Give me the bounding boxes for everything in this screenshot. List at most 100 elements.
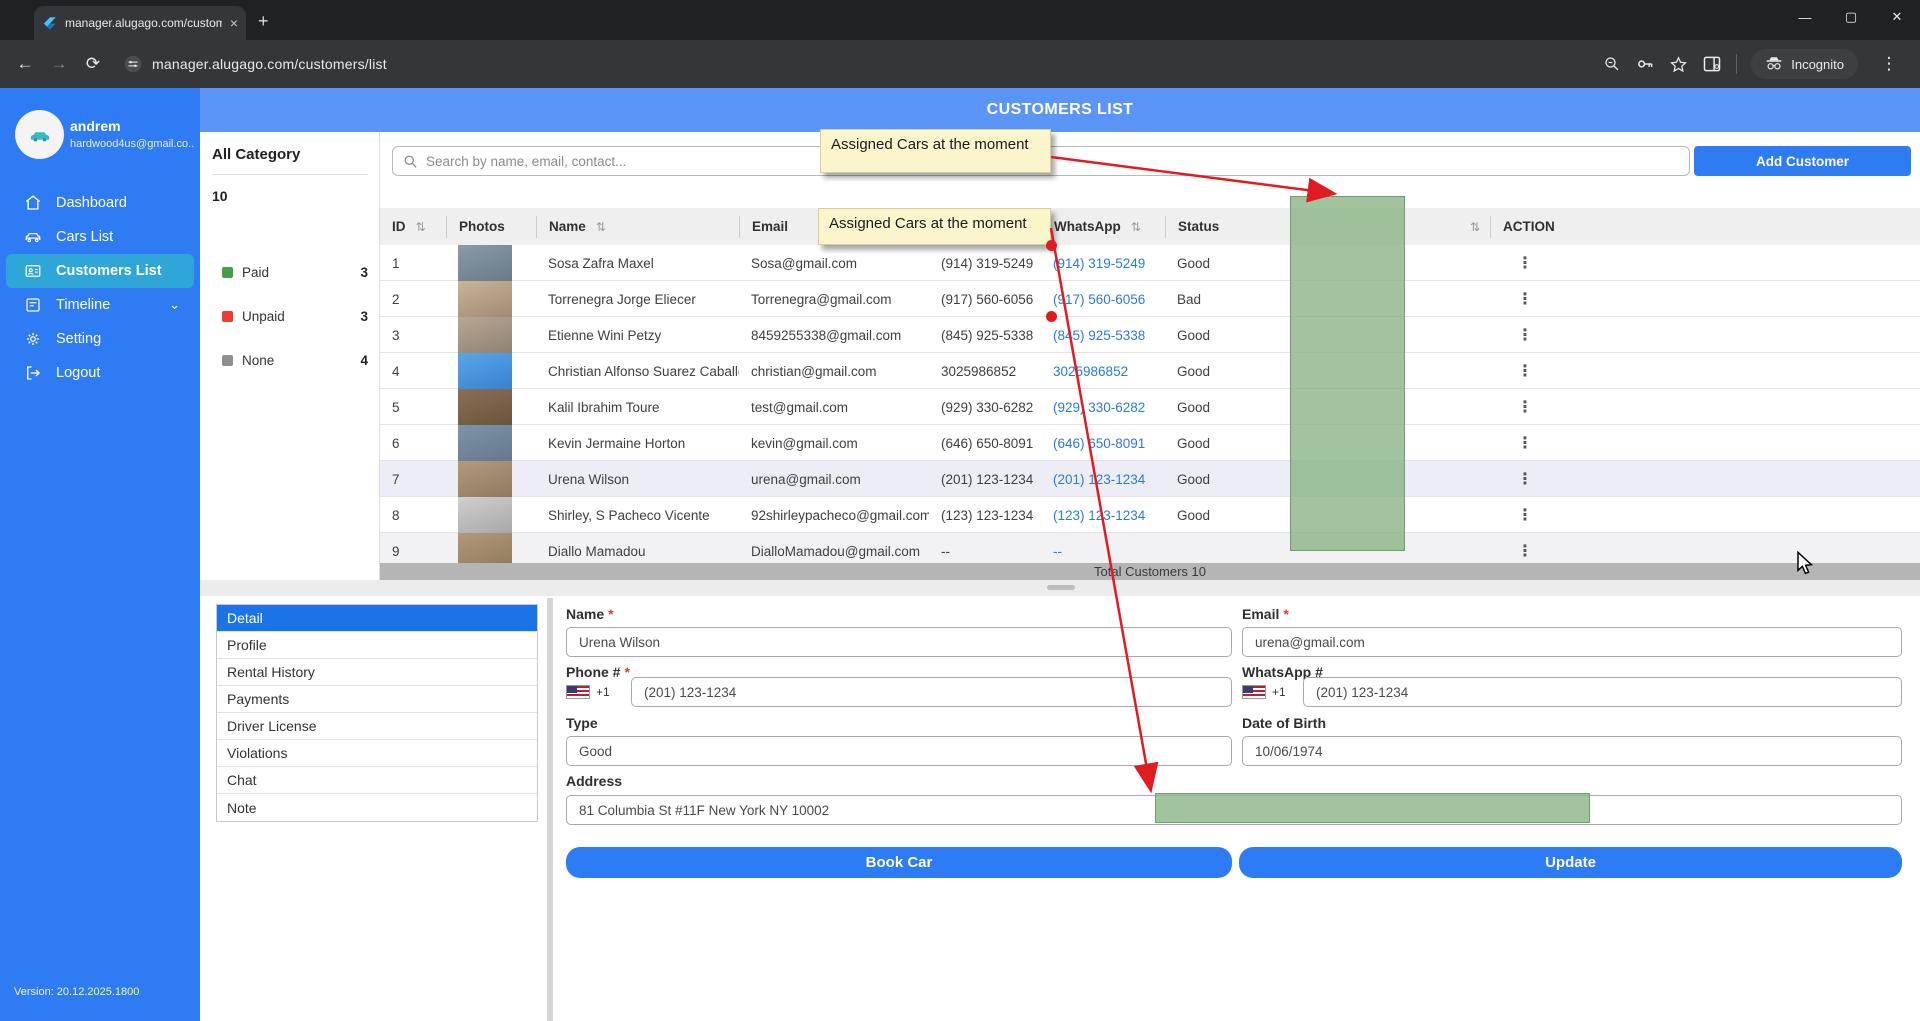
sort-icon[interactable]: ⇅ [1131, 220, 1141, 234]
cell-whatsapp-link[interactable]: (929) 330-6282 [1041, 400, 1165, 415]
row-menu-icon[interactable]: ⋮ [1502, 471, 1533, 488]
customer-photo[interactable] [458, 389, 512, 425]
table-row[interactable]: 3Etienne Wini Petzy8459255338@gmail.com(… [380, 317, 1920, 353]
detail-tab-driver-license[interactable]: Driver License [217, 713, 537, 740]
site-info-icon[interactable] [124, 55, 142, 73]
window-minimize-button[interactable]: — [1782, 0, 1828, 34]
cell-whatsapp-link[interactable]: (201) 123-1234 [1041, 472, 1165, 487]
sort-icon[interactable]: ⇅ [596, 220, 606, 234]
column-header-whatsapp[interactable]: WhatsApp⇅ [1041, 216, 1165, 238]
detail-tab-chat[interactable]: Chat [217, 767, 537, 794]
category-item-none[interactable]: None4 [222, 350, 368, 370]
detail-tab-note[interactable]: Note [217, 794, 537, 821]
category-item-unpaid[interactable]: Unpaid3 [222, 306, 368, 326]
sidebar-item-logout[interactable]: Logout [6, 356, 194, 390]
table-row[interactable]: 5Kalil Ibrahim Touretest@gmail.com(929) … [380, 389, 1920, 425]
customer-photo[interactable] [458, 353, 512, 389]
back-icon[interactable]: ← [8, 54, 42, 74]
book-car-button[interactable]: Book Car [566, 847, 1232, 878]
table-row[interactable]: 4Christian Alfonso Suarez Caballerochris… [380, 353, 1920, 389]
row-menu-icon[interactable]: ⋮ [1502, 507, 1533, 524]
detail-tab-violations[interactable]: Violations [217, 740, 537, 767]
new-tab-button[interactable]: + [258, 12, 269, 30]
email-field[interactable]: urena@gmail.com [1242, 627, 1902, 657]
dob-field[interactable]: 10/06/1974 [1242, 736, 1902, 766]
search-input[interactable] [426, 154, 1689, 169]
row-menu-icon[interactable]: ⋮ [1502, 399, 1533, 416]
table-row[interactable]: 7Urena Wilsonurena@gmail.com(201) 123-12… [380, 461, 1920, 497]
cell-status: Good [1165, 400, 1285, 415]
customer-photo[interactable] [458, 533, 512, 563]
column-header-id[interactable]: ID⇅ [380, 216, 446, 238]
tab-close-icon[interactable]: × [230, 15, 238, 31]
reload-icon[interactable]: ⟳ [76, 54, 110, 74]
type-field[interactable]: Good [566, 736, 1232, 766]
sidebar-item-setting[interactable]: Setting [6, 322, 194, 356]
phone-field[interactable]: (201) 123-1234 [631, 677, 1232, 707]
browser-menu-icon[interactable]: ⋮ [1872, 54, 1906, 74]
zoom-icon[interactable] [1603, 55, 1621, 73]
sidebar-item-timeline[interactable]: Timeline⌄ [6, 288, 194, 322]
app-window: andrem hardwood4us@gmail.co... Dashboard… [0, 88, 1920, 1021]
url-text[interactable]: manager.alugago.com/customers/list [152, 56, 387, 72]
row-menu-icon[interactable]: ⋮ [1502, 543, 1533, 560]
whatsapp-field[interactable]: (201) 123-1234 [1303, 677, 1902, 707]
table-row[interactable]: 9Diallo MamadouDialloMamadou@gmail.com--… [380, 533, 1920, 563]
sort-icon[interactable]: ⇅ [1470, 220, 1480, 234]
cell-status: Good [1165, 436, 1285, 451]
update-button[interactable]: Update [1239, 847, 1902, 878]
cell-whatsapp-link[interactable]: (646) 650-8091 [1041, 436, 1165, 451]
phone-country-selector[interactable]: +1 [566, 677, 610, 707]
panel-splitter[interactable] [547, 598, 553, 1021]
avatar[interactable] [15, 110, 64, 159]
cell-whatsapp-link[interactable]: 3025986852 [1041, 364, 1165, 379]
window-close-button[interactable]: ✕ [1874, 0, 1920, 34]
category-color-swatch [222, 267, 233, 278]
cell-whatsapp-link[interactable]: (845) 925-5338 [1041, 328, 1165, 343]
detail-tab-profile[interactable]: Profile [217, 632, 537, 659]
whatsapp-country-selector[interactable]: +1 [1242, 677, 1286, 707]
cell-whatsapp-link[interactable]: (123) 123-1234 [1041, 508, 1165, 523]
customer-photo[interactable] [458, 281, 512, 317]
cell-phone: 3025986852 [929, 364, 1041, 379]
browser-tab[interactable]: manager.alugago.com/custome × [34, 6, 246, 40]
sidebar-item-dashboard[interactable]: Dashboard [6, 186, 194, 220]
sidebar-item-label: Timeline [56, 297, 110, 313]
detail-tab-payments[interactable]: Payments [217, 686, 537, 713]
add-customer-button[interactable]: Add Customer [1694, 146, 1911, 176]
required-asterisk: * [608, 606, 613, 622]
row-menu-icon[interactable]: ⋮ [1502, 291, 1533, 308]
customer-photo[interactable] [458, 497, 512, 533]
forward-icon[interactable]: → [42, 54, 76, 74]
sort-icon[interactable]: ⇅ [416, 220, 426, 234]
logout-icon [24, 364, 42, 382]
detail-tab-detail[interactable]: Detail [217, 605, 537, 632]
row-menu-icon[interactable]: ⋮ [1502, 363, 1533, 380]
cell-whatsapp-link[interactable]: (914) 319-5249 [1041, 256, 1165, 271]
cell-whatsapp-link[interactable]: (917) 560-6056 [1041, 292, 1165, 307]
password-key-icon[interactable] [1635, 54, 1655, 74]
row-menu-icon[interactable]: ⋮ [1502, 255, 1533, 272]
row-menu-icon[interactable]: ⋮ [1502, 327, 1533, 344]
detail-tab-rental-history[interactable]: Rental History [217, 659, 537, 686]
column-header-name[interactable]: Name⇅ [536, 216, 739, 238]
cell-whatsapp-link[interactable]: -- [1041, 544, 1165, 559]
name-field[interactable]: Urena Wilson [566, 627, 1232, 657]
sidebar-item-cars-list[interactable]: Cars List [6, 220, 194, 254]
customer-photo[interactable] [458, 461, 512, 497]
horizontal-scrollbar-thumb[interactable] [1047, 585, 1075, 590]
category-item-paid[interactable]: Paid3 [222, 262, 368, 282]
table-row[interactable]: 1Sosa Zafra MaxelSosa@gmail.com(914) 319… [380, 245, 1920, 281]
customer-photo[interactable] [458, 425, 512, 461]
bookmark-star-icon[interactable] [1669, 55, 1688, 74]
side-panel-icon[interactable] [1702, 54, 1722, 74]
customer-photo[interactable] [458, 245, 512, 281]
table-row[interactable]: 6Kevin Jermaine Hortonkevin@gmail.com(64… [380, 425, 1920, 461]
window-maximize-button[interactable]: ▢ [1828, 0, 1874, 34]
table-row[interactable]: 2Torrenegra Jorge EliecerTorrenegra@gmai… [380, 281, 1920, 317]
url-bar[interactable]: manager.alugago.com/customers/list [124, 55, 387, 73]
table-row[interactable]: 8Shirley, S Pacheco Vicente92shirleypach… [380, 497, 1920, 533]
customer-photo[interactable] [458, 317, 512, 353]
row-menu-icon[interactable]: ⋮ [1502, 435, 1533, 452]
sidebar-item-customers-list[interactable]: Customers List [6, 254, 194, 288]
